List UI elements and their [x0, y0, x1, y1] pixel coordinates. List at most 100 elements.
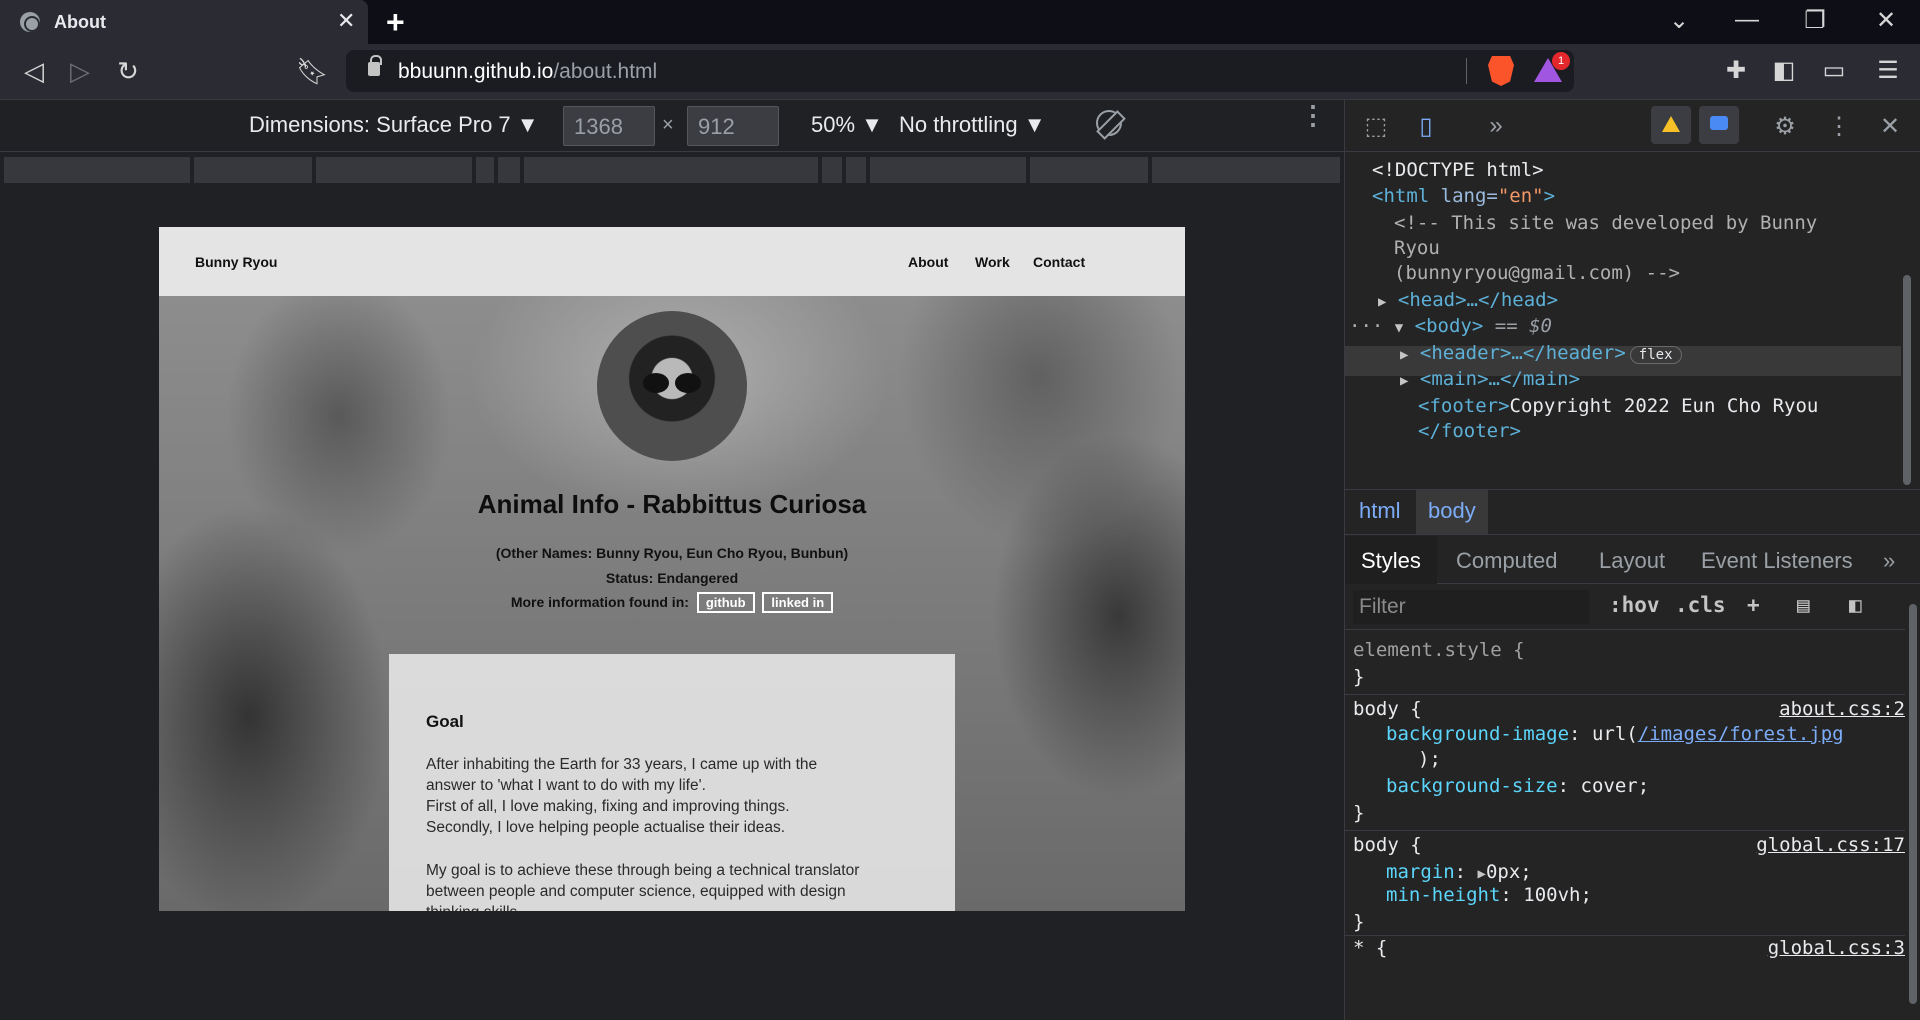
tab-styles[interactable]: Styles — [1345, 536, 1437, 584]
background-size-declaration[interactable]: background-size: cover; — [1386, 775, 1649, 797]
media-query-segment[interactable] — [498, 157, 520, 183]
back-icon[interactable]: ◁ — [18, 56, 50, 87]
nav-about[interactable]: About — [908, 254, 948, 270]
margin-declaration[interactable]: margin: ▶0px; — [1386, 861, 1532, 883]
warning-icon[interactable] — [1651, 106, 1691, 144]
height-input[interactable]: 912 — [687, 106, 779, 146]
new-tab-button[interactable]: + — [386, 4, 405, 41]
brave-shields-icon[interactable] — [1488, 56, 1514, 86]
forest-image-link[interactable]: /images/forest.jpg — [1638, 723, 1844, 745]
forward-icon[interactable]: ▷ — [64, 56, 96, 87]
settings-icon[interactable]: ⚙ — [1770, 112, 1800, 141]
dimensions-dropdown[interactable]: Dimensions: Surface Pro 7 ▼ — [249, 112, 539, 138]
expand-triangle-icon[interactable]: ▶ — [1400, 373, 1408, 389]
zoom-dropdown[interactable]: 50% ▼ — [811, 112, 883, 138]
site-logo[interactable]: Bunny Ryou — [195, 254, 277, 270]
styles-scrollbar[interactable] — [1905, 584, 1920, 1020]
close-devtools-icon[interactable]: ✕ — [1875, 112, 1905, 141]
media-query-segment[interactable] — [524, 157, 818, 183]
more-tabs-icon[interactable]: » — [1883, 548, 1895, 574]
device-toggle-icon[interactable]: ▯ — [1411, 112, 1441, 141]
styles-pane[interactable]: element.style { } body { about.css:2 bac… — [1345, 631, 1905, 1020]
background-image-declaration[interactable]: background-image: url(/images/forest.jpg — [1386, 723, 1844, 745]
expand-triangle-icon[interactable]: ▶ — [1400, 347, 1408, 363]
rule3-selector[interactable]: * { — [1353, 937, 1387, 959]
media-query-segment[interactable] — [194, 157, 312, 183]
about-css-link[interactable]: about.css:2 — [1779, 698, 1905, 720]
url-text[interactable]: bbuunn.github.io/about.html — [398, 60, 657, 84]
more-panels-icon[interactable]: » — [1481, 112, 1511, 140]
more-options-icon[interactable]: ⋮ — [1300, 102, 1326, 128]
wallet-icon[interactable]: ▭ — [1818, 56, 1850, 85]
tab-event-listeners[interactable]: Event Listeners — [1701, 548, 1853, 574]
bookmark-icon[interactable]: 🔖︎ — [296, 56, 329, 87]
tab-computed[interactable]: Computed — [1456, 548, 1558, 574]
comment-node[interactable]: <!-- This site was developed by Bunny — [1394, 212, 1817, 234]
close-window-icon[interactable]: ✕ — [1866, 6, 1906, 35]
close-tab-icon[interactable]: ✕ — [337, 8, 355, 34]
html-node[interactable]: <html lang="en"> — [1372, 185, 1555, 207]
scrollbar-thumb[interactable] — [1909, 604, 1917, 1004]
collapse-triangle-icon[interactable]: ▼ — [1395, 320, 1403, 336]
media-query-segment[interactable] — [476, 157, 494, 183]
address-bar[interactable]: bbuunn.github.io/about.html 1 — [346, 50, 1574, 92]
filter-input[interactable]: Filter — [1353, 590, 1589, 624]
extensions-icon[interactable]: ✚ — [1720, 56, 1752, 85]
breadcrumb-body[interactable]: body — [1416, 490, 1488, 534]
devtools-toolbar: ⬚ ▯ » ⚙ ⋮ ✕ — [1345, 100, 1920, 152]
inspect-element-icon[interactable]: ⬚ — [1361, 112, 1391, 141]
elements-scrollbar[interactable] — [1901, 255, 1913, 505]
issues-icon[interactable] — [1699, 106, 1739, 144]
media-query-segment[interactable] — [4, 157, 190, 183]
expand-triangle-icon[interactable]: ▶ — [1478, 866, 1486, 882]
cls-button[interactable]: .cls — [1675, 593, 1726, 617]
global-css-link[interactable]: global.css:17 — [1756, 834, 1905, 856]
lock-icon[interactable] — [368, 55, 382, 76]
body-node[interactable]: ··· ▼ <body> == $0 — [1349, 315, 1552, 337]
media-query-segment[interactable] — [1152, 157, 1340, 183]
tab-layout[interactable]: Layout — [1599, 548, 1665, 574]
minimize-icon[interactable]: — — [1727, 6, 1767, 34]
new-rule-button[interactable]: + — [1747, 593, 1760, 617]
rule2-selector[interactable]: body { — [1353, 834, 1422, 856]
global-css-link[interactable]: global.css:3 — [1768, 937, 1905, 959]
rotate-icon[interactable] — [1096, 110, 1122, 136]
media-query-segment[interactable] — [316, 157, 472, 183]
media-query-segment[interactable] — [870, 157, 1026, 183]
media-query-segment[interactable] — [822, 157, 842, 183]
rule1-selector[interactable]: body { — [1353, 698, 1422, 720]
tab-about[interactable]: About ✕ — [0, 0, 368, 44]
media-query-bar[interactable] — [0, 153, 1344, 187]
media-query-segment[interactable] — [846, 157, 866, 183]
reload-icon[interactable]: ↻ — [112, 56, 144, 87]
head-node[interactable]: ▶ <head>…</head> — [1378, 289, 1558, 311]
nav-contact[interactable]: Contact — [1033, 254, 1085, 270]
menu-icon[interactable]: ☰ — [1872, 56, 1904, 85]
tab-search-icon[interactable]: ⌄ — [1659, 6, 1699, 35]
expand-triangle-icon[interactable]: ▶ — [1378, 294, 1386, 310]
linkedin-link[interactable]: linked in — [762, 592, 834, 613]
doctype-node[interactable]: <!DOCTYPE html> — [1372, 159, 1544, 181]
width-input[interactable]: 1368 — [563, 106, 655, 146]
flex-badge[interactable]: flex — [1629, 346, 1682, 364]
breadcrumb-html[interactable]: html — [1359, 498, 1401, 524]
scrollbar-thumb[interactable] — [1903, 275, 1911, 485]
github-link[interactable]: github — [696, 592, 755, 613]
toggle-sidebar-icon[interactable]: ◧ — [1849, 593, 1862, 617]
ellipsis-icon[interactable]: ··· — [1349, 315, 1383, 337]
element-style-rule[interactable]: element.style { — [1353, 639, 1525, 661]
main-node[interactable]: ▶ <main>…</main> — [1400, 368, 1580, 390]
media-query-segment[interactable] — [1030, 157, 1148, 183]
header-node[interactable]: ▶ <header>…</header> flex — [1400, 342, 1682, 364]
throttling-dropdown[interactable]: No throttling ▼ — [899, 112, 1046, 138]
footer-node[interactable]: <footer>Copyright 2022 Eun Cho Ryou — [1418, 395, 1818, 417]
text-line: My goal is to achieve these through bein… — [426, 862, 860, 879]
customize-devtools-icon[interactable]: ⋮ — [1824, 112, 1854, 141]
restore-icon[interactable]: ❐ — [1795, 6, 1835, 35]
min-height-declaration[interactable]: min-height: 100vh; — [1386, 884, 1592, 906]
paint-roller-icon[interactable]: ▤ — [1797, 593, 1810, 617]
elements-tree[interactable]: <!DOCTYPE html> <html lang="en"> <!-- Th… — [1345, 153, 1905, 489]
nav-work[interactable]: Work — [975, 254, 1010, 270]
hov-button[interactable]: :hov — [1609, 593, 1660, 617]
sidebar-icon[interactable]: ◧ — [1768, 56, 1800, 85]
